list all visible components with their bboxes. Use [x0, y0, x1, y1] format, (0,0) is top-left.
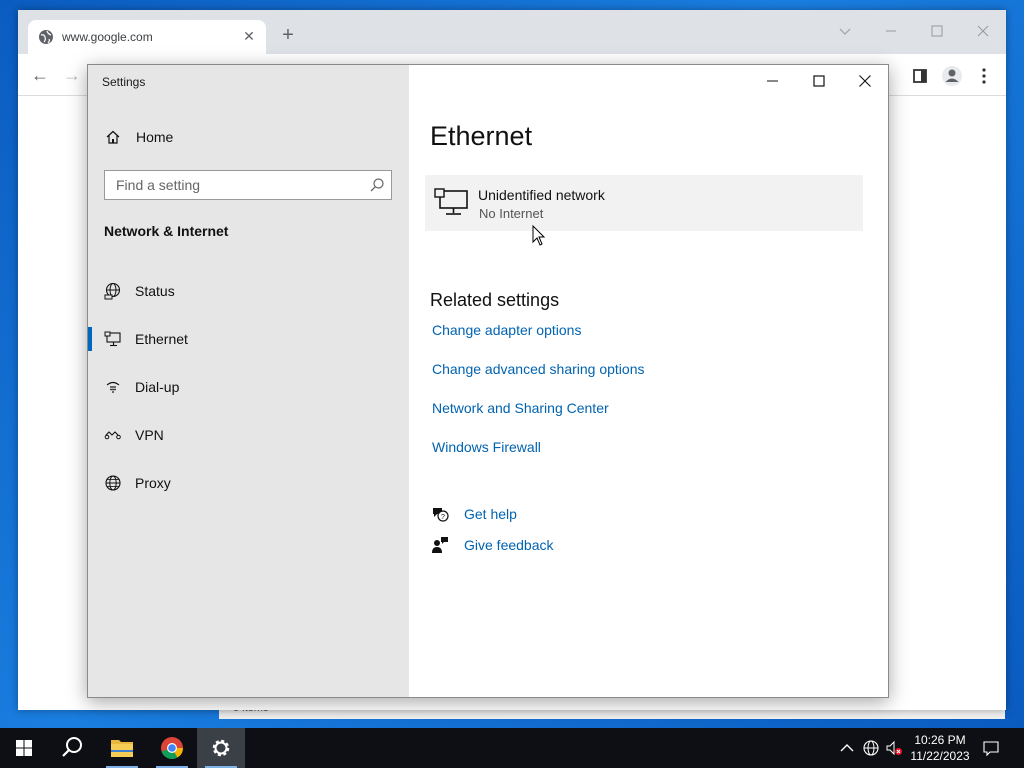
home-icon [106, 130, 120, 144]
tab-close-icon[interactable]: ✕ [240, 27, 258, 45]
give-feedback-label: Give feedback [464, 537, 554, 553]
new-tab-button[interactable]: + [276, 24, 300, 48]
chrome-icon [161, 737, 183, 760]
gear-icon [212, 739, 230, 757]
folder-icon [111, 740, 133, 757]
give-feedback-link[interactable]: Give feedback [431, 535, 631, 557]
globe-status-icon [104, 282, 121, 300]
tab-search-icon[interactable] [830, 16, 860, 46]
home-nav-item[interactable]: Home [88, 123, 409, 153]
chevron-up-icon[interactable] [838, 739, 856, 757]
minimize-icon [767, 80, 778, 82]
globe-icon [105, 475, 121, 491]
window-title: Settings [102, 75, 146, 89]
close-icon [859, 75, 871, 87]
sidebar-item-ethernet[interactable]: Ethernet [88, 319, 409, 359]
search-input[interactable] [105, 171, 363, 199]
notification-icon[interactable] [982, 739, 1000, 757]
sidebar-item-label: Ethernet [135, 331, 188, 347]
search-icon[interactable] [369, 177, 385, 193]
settings-sidebar: Settings Home Network & Internet S [88, 65, 409, 697]
network-globe-icon[interactable] [862, 739, 880, 757]
chrome-minimize-icon[interactable] [876, 16, 906, 46]
network-status: No Internet [479, 206, 544, 221]
back-button[interactable]: ← [26, 62, 54, 90]
network-status-card[interactable]: Unidentified network No Internet [425, 175, 863, 231]
get-help-link[interactable]: ? Get help [431, 504, 631, 526]
chrome-close-icon[interactable] [968, 16, 998, 46]
profile-avatar-icon[interactable] [938, 62, 966, 90]
settings-window: Settings Home Network & Internet S [87, 64, 889, 698]
clock-time: 10:26 PM [914, 733, 966, 747]
sidebar-item-label: VPN [135, 427, 164, 443]
mouse-cursor-icon [532, 225, 546, 246]
volume-muted-icon[interactable] [885, 739, 903, 757]
settings-taskbar-button[interactable] [197, 728, 245, 768]
taskbar-search-button[interactable] [48, 728, 96, 768]
sidebar-item-label: Proxy [135, 475, 171, 491]
chrome-tab-title: www.google.com [62, 30, 153, 44]
related-settings-title: Related settings [430, 290, 560, 310]
change-adapter-options-link[interactable]: Change adapter options [432, 322, 581, 338]
system-clock[interactable]: 10:26 PM 11/22/2023 [906, 732, 974, 764]
windows-logo-icon [16, 740, 32, 756]
get-help-icon: ? [433, 508, 449, 522]
sidebar-item-proxy[interactable]: Proxy [88, 463, 409, 503]
file-explorer-taskbar-button[interactable] [98, 728, 146, 768]
dialup-icon [106, 381, 120, 393]
side-panel-icon[interactable] [906, 62, 934, 90]
sidebar-item-label: Status [135, 283, 175, 299]
vpn-icon [104, 431, 121, 440]
network-sharing-center-link[interactable]: Network and Sharing Center [432, 400, 609, 416]
home-label: Home [136, 129, 174, 145]
sidebar-item-status[interactable]: Status [88, 271, 409, 311]
ethernet-icon [104, 331, 121, 347]
globe-icon [39, 30, 53, 44]
windows-firewall-link[interactable]: Windows Firewall [432, 439, 541, 455]
maximize-icon [813, 75, 825, 87]
chrome-taskbar-button[interactable] [148, 728, 196, 768]
chrome-tab-strip: www.google.com ✕ + [18, 10, 1006, 54]
forward-button[interactable]: → [58, 62, 86, 90]
close-button[interactable] [842, 65, 888, 97]
network-name: Unidentified network [478, 187, 605, 203]
change-advanced-sharing-link[interactable]: Change advanced sharing options [432, 361, 645, 377]
sidebar-item-vpn[interactable]: VPN [88, 415, 409, 455]
section-title: Network & Internet [104, 223, 229, 239]
svg-text:?: ? [441, 514, 445, 521]
ethernet-network-icon [434, 188, 468, 215]
page-title: Ethernet [430, 121, 533, 151]
chrome-maximize-icon[interactable] [922, 16, 952, 46]
start-button[interactable] [0, 728, 48, 768]
settings-search-box [104, 170, 392, 200]
get-help-label: Get help [464, 506, 517, 522]
clock-date: 11/22/2023 [910, 749, 970, 763]
taskbar: 10:26 PM 11/22/2023 [0, 728, 1024, 768]
chrome-menu-icon[interactable] [970, 62, 998, 90]
minimize-button[interactable] [750, 65, 796, 97]
maximize-button[interactable] [796, 65, 842, 97]
sidebar-item-dialup[interactable]: Dial-up [88, 367, 409, 407]
chrome-tab[interactable]: www.google.com ✕ [28, 20, 266, 54]
give-feedback-icon [432, 537, 448, 553]
search-icon [62, 737, 82, 757]
sidebar-item-label: Dial-up [135, 379, 180, 395]
